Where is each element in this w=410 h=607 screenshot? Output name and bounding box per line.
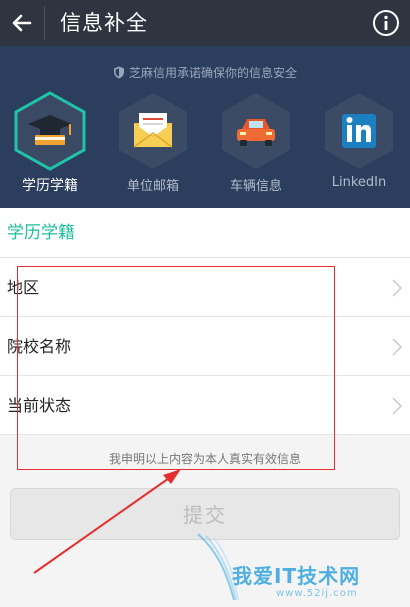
watermark: 我爱IT技术网 www.52ij.com xyxy=(196,530,410,607)
watermark-url: www.52ij.com xyxy=(276,588,358,599)
watermark-text: 我爱IT技术网 xyxy=(232,564,361,588)
annotation-arrow xyxy=(33,469,181,574)
